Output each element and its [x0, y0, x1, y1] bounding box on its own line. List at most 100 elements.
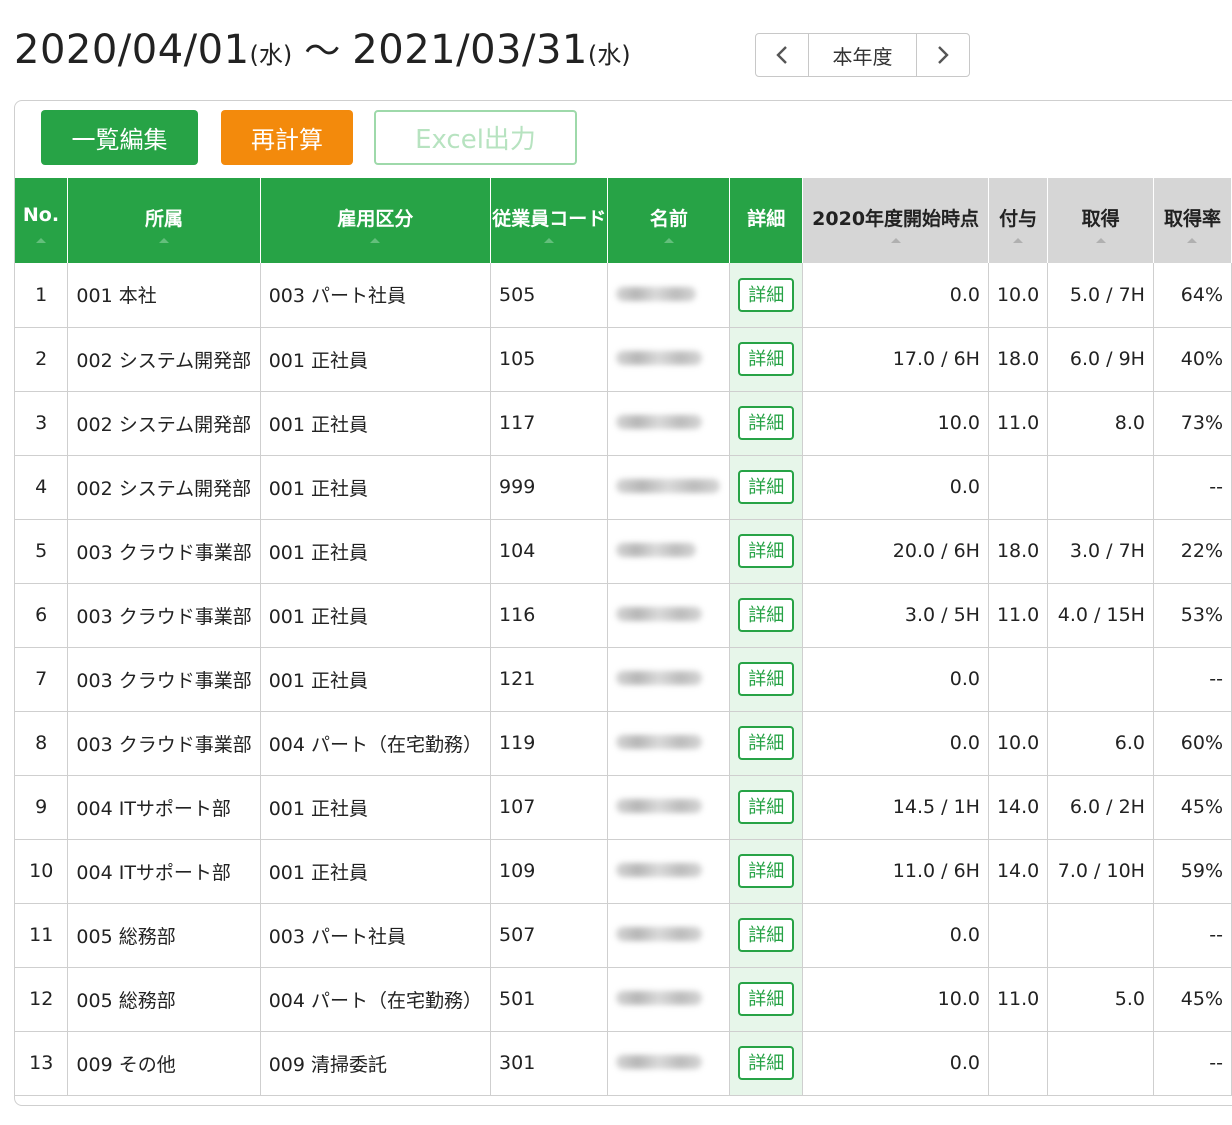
row-dept: 002 システム開発部 [67, 327, 261, 392]
row-emp-code: 507 [490, 903, 609, 968]
excel-export-button[interactable]: Excel出力 [374, 110, 577, 165]
detail-button[interactable]: 詳細 [738, 790, 795, 824]
col-header-rate[interactable]: 取得率 [1153, 178, 1232, 263]
row-dept: 009 その他 [67, 1031, 261, 1096]
table-header-row: No. 所属 雇用区分 従業員コード 名前 詳細 2020年度開始時点 付与 取… [14, 178, 1232, 263]
row-emp-code: 999 [490, 455, 609, 520]
row-emp-type: 001 正社員 [260, 775, 492, 840]
row-emp-type: 001 正社員 [260, 583, 492, 648]
row-name [607, 583, 731, 648]
detail-button[interactable]: 詳細 [738, 534, 795, 568]
row-emp-code: 121 [490, 647, 609, 712]
chevron-right-icon [938, 46, 949, 64]
table-row: 7 003 クラウド事業部 001 正社員 121 詳細 0.0 -- [13, 647, 1232, 712]
period-end-dow: (水) [587, 41, 631, 69]
next-period-button[interactable] [917, 34, 969, 76]
redacted-name [616, 415, 703, 429]
row-start-balance: 0.0 [802, 711, 989, 776]
row-start-balance: 10.0 [802, 391, 989, 456]
col-header-taken[interactable]: 取得 [1047, 178, 1154, 263]
row-emp-type: 009 清掃委託 [260, 1031, 492, 1096]
row-no: 1 [13, 263, 69, 328]
sort-caret-icon [1095, 238, 1106, 243]
detail-button[interactable]: 詳細 [738, 662, 795, 696]
row-dept: 003 クラウド事業部 [67, 519, 261, 584]
row-detail: 詳細 [729, 327, 804, 392]
sort-caret-icon [159, 238, 170, 243]
sort-caret-icon [1013, 238, 1024, 243]
row-rate: 60% [1153, 711, 1232, 776]
recalculate-button[interactable]: 再計算 [221, 110, 353, 165]
detail-button[interactable]: 詳細 [738, 982, 795, 1016]
detail-button[interactable]: 詳細 [738, 598, 795, 632]
row-dept: 002 システム開発部 [67, 391, 261, 456]
row-emp-type: 001 正社員 [260, 391, 492, 456]
detail-button[interactable]: 詳細 [738, 918, 795, 952]
row-granted: 18.0 [988, 327, 1049, 392]
period-navigator: 本年度 [755, 33, 970, 77]
row-dept: 004 ITサポート部 [67, 775, 261, 840]
sort-caret-icon [370, 238, 381, 243]
col-header-dept[interactable]: 所属 [67, 178, 261, 263]
table-row: 8 003 クラウド事業部 004 パート（在宅勤務） 119 詳細 0.0 10.0 6.0… [13, 711, 1232, 776]
row-rate: 73% [1153, 391, 1232, 456]
prev-period-button[interactable] [756, 34, 808, 76]
row-no: 5 [13, 519, 69, 584]
edit-list-button[interactable]: 一覧編集 [41, 110, 198, 165]
row-name [607, 1031, 731, 1096]
row-taken: 3.0 / 7H [1047, 519, 1154, 584]
row-emp-code: 301 [490, 1031, 609, 1096]
row-name [607, 391, 731, 456]
col-header-name[interactable]: 名前 [607, 178, 731, 263]
period-end-date: 2021/03/31 [352, 27, 588, 73]
detail-button[interactable]: 詳細 [738, 726, 795, 760]
row-taken [1047, 1031, 1154, 1096]
redacted-name [616, 927, 703, 941]
row-granted [988, 903, 1049, 968]
detail-button[interactable]: 詳細 [738, 1046, 795, 1080]
col-header-emp-type[interactable]: 雇用区分 [260, 178, 492, 263]
detail-button[interactable]: 詳細 [738, 470, 795, 504]
row-start-balance: 3.0 / 5H [802, 583, 989, 648]
row-no: 11 [13, 903, 69, 968]
col-header-no[interactable]: No. [14, 178, 69, 263]
row-no: 13 [13, 1031, 69, 1096]
row-emp-type: 004 パート（在宅勤務） [260, 711, 492, 776]
row-start-balance: 20.0 / 6H [802, 519, 989, 584]
row-detail: 詳細 [729, 455, 804, 520]
row-detail: 詳細 [729, 903, 804, 968]
row-emp-code: 104 [490, 519, 609, 584]
col-header-start-balance[interactable]: 2020年度開始時点 [802, 178, 989, 263]
detail-button[interactable]: 詳細 [738, 406, 795, 440]
row-granted: 18.0 [988, 519, 1049, 584]
row-detail: 詳細 [729, 775, 804, 840]
row-detail: 詳細 [729, 711, 804, 776]
detail-button[interactable]: 詳細 [738, 342, 795, 376]
row-emp-type: 001 正社員 [260, 647, 492, 712]
row-granted: 11.0 [988, 391, 1049, 456]
row-emp-code: 109 [490, 839, 609, 904]
row-taken: 6.0 / 9H [1047, 327, 1154, 392]
detail-button[interactable]: 詳細 [738, 277, 795, 312]
row-emp-code: 107 [490, 775, 609, 840]
row-dept: 005 総務部 [67, 967, 261, 1032]
row-emp-code: 105 [490, 327, 609, 392]
detail-button[interactable]: 詳細 [738, 854, 795, 888]
table-row: 1 001 本社 003 パート社員 505 詳細 0.0 10.0 5.0 / 7H 64% [13, 263, 1232, 328]
row-start-balance: 11.0 / 6H [802, 839, 989, 904]
row-emp-code: 501 [490, 967, 609, 1032]
row-name [607, 839, 731, 904]
row-taken: 5.0 / 7H [1047, 263, 1154, 328]
row-taken: 4.0 / 15H [1047, 583, 1154, 648]
row-start-balance: 14.5 / 1H [802, 775, 989, 840]
row-taken [1047, 455, 1154, 520]
row-dept: 003 クラウド事業部 [67, 583, 261, 648]
table-row: 5 003 クラウド事業部 001 正社員 104 詳細 20.0 / 6H 18.0 3.0… [13, 519, 1232, 584]
row-detail: 詳細 [729, 391, 804, 456]
row-no: 9 [13, 775, 69, 840]
row-emp-code: 119 [490, 711, 609, 776]
current-period-button[interactable]: 本年度 [808, 34, 917, 76]
row-rate: -- [1153, 455, 1232, 520]
col-header-granted[interactable]: 付与 [988, 178, 1049, 263]
col-header-emp-code[interactable]: 従業員コード [490, 178, 609, 263]
